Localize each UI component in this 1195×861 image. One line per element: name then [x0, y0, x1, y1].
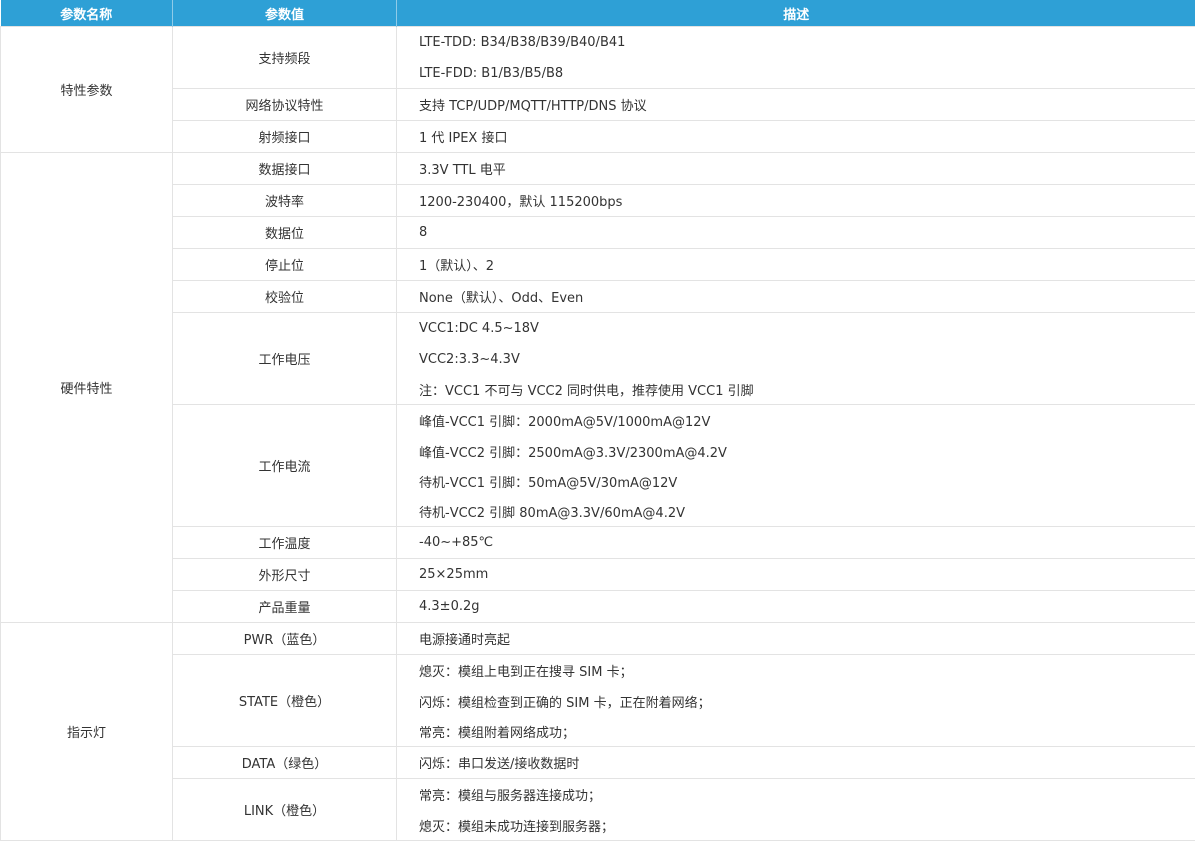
description-line: 峰值-VCC1 引脚：2000mA@5V/1000mA@12V	[419, 415, 711, 430]
param-name: 数据位	[172, 216, 397, 249]
table-row: 产品重量 4.3±0.2g	[1, 590, 1195, 623]
param-name: 工作电流	[172, 404, 397, 527]
description-line: 4.3±0.2g	[419, 599, 480, 614]
description-line: -40~+85℃	[419, 535, 494, 550]
table-row: 停止位 1（默认）、2	[1, 248, 1195, 281]
description-line: 8	[419, 225, 428, 240]
table-row: 工作温度 -40~+85℃	[1, 526, 1195, 559]
param-description: 1（默认）、2	[396, 248, 1195, 281]
param-name: 射频接口	[172, 120, 397, 153]
table-row: 校验位 None（默认）、Odd、Even	[1, 280, 1195, 313]
param-description: LTE-TDD: B34/B38/B39/B40/B41 LTE-FDD: B1/…	[396, 26, 1195, 89]
description-line: 待机-VCC2 引脚 80mA@3.3V/60mA@4.2V	[419, 505, 685, 521]
table-row: 网络协议特性 支持 TCP/UDP/MQTT/HTTP/DNS 协议	[1, 88, 1195, 121]
table-row: 特性参数 支持频段 LTE-TDD: B34/B38/B39/B40/B41 LTE-…	[0, 26, 1195, 153]
table-row: 硬件特性 数据接口 3.3V TTL 电平	[0, 152, 1195, 623]
param-description: 峰值-VCC1 引脚：2000mA@5V/1000mA@12V 峰值-VCC2 引…	[396, 404, 1195, 527]
group-hardware-name: 硬件特性	[0, 152, 173, 623]
description-line: 注：VCC1 不可与 VCC2 同时供电，推荐使用 VCC1 引脚	[419, 383, 754, 399]
description-line: LTE-TDD: B34/B38/B39/B40/B41	[419, 35, 626, 50]
param-description: 4.3±0.2g	[396, 590, 1195, 623]
description-line: 常亮：模组附着网络成功；	[419, 725, 576, 741]
description-line: VCC2:3.3~4.3V	[419, 351, 520, 367]
param-description: 25×25mm	[396, 558, 1195, 591]
description-line: 熄灭：模组上电到正在搜寻 SIM 卡；	[419, 665, 633, 680]
description-line: 熄灭：模组未成功连接到服务器；	[419, 819, 615, 835]
table-row: 外形尺寸 25×25mm	[1, 558, 1195, 591]
table-row: LINK（橙色） 常亮：模组与服务器连接成功； 熄灭：模组未成功连接到服务器；	[1, 778, 1195, 841]
table-row: 数据位 8	[1, 216, 1195, 249]
param-name: 产品重量	[172, 590, 397, 623]
param-name: 数据接口	[172, 152, 397, 185]
description-line: 1200-230400，默认 115200bps	[419, 195, 623, 210]
param-description: 8	[396, 216, 1195, 249]
description-line: 闪烁：串口发送/接收数据时	[419, 757, 580, 772]
description-line: 3.3V TTL 电平	[419, 163, 506, 178]
param-name: PWR（蓝色）	[172, 622, 397, 655]
table-row: 射频接口 1 代 IPEX 接口	[1, 120, 1195, 153]
description-line: 支持 TCP/UDP/MQTT/HTTP/DNS 协议	[419, 99, 647, 114]
param-name: 网络协议特性	[172, 88, 397, 121]
param-description: -40~+85℃	[396, 526, 1195, 559]
description-line: None（默认）、Odd、Even	[419, 291, 584, 306]
table-row: 工作电流 峰值-VCC1 引脚：2000mA@5V/1000mA@12V 峰值-VC…	[1, 404, 1195, 527]
header-param-name: 参数名称	[0, 0, 173, 27]
description-line: 常亮：模组与服务器连接成功；	[419, 789, 602, 804]
param-description: 常亮：模组与服务器连接成功； 熄灭：模组未成功连接到服务器；	[396, 778, 1195, 841]
param-description: VCC1:DC 4.5~18V VCC2:3.3~4.3V 注：VCC1 不可与 V…	[396, 312, 1195, 405]
param-name: 外形尺寸	[172, 558, 397, 591]
table-row: 波特率 1200-230400，默认 115200bps	[1, 184, 1195, 217]
param-name: 波特率	[172, 184, 397, 217]
param-name: 校验位	[172, 280, 397, 313]
description-line: 电源接通时亮起	[419, 633, 511, 648]
spec-table: 参数名称 参数值 描述 特性参数 支持频段 LTE-TDD: B34/B38/B39…	[0, 0, 1195, 841]
param-description: 熄灭：模组上电到正在搜寻 SIM 卡； 闪烁：模组检查到正确的 SIM 卡，正在附…	[396, 654, 1195, 747]
description-line: 25×25mm	[419, 567, 489, 582]
table-header: 参数名称 参数值 描述	[0, 0, 1195, 27]
table-body: 特性参数 支持频段 LTE-TDD: B34/B38/B39/B40/B41 LTE-…	[0, 26, 1195, 841]
param-name: 停止位	[172, 248, 397, 281]
description-line: 1（默认）、2	[419, 259, 495, 274]
param-name: 工作温度	[172, 526, 397, 559]
param-description: 支持 TCP/UDP/MQTT/HTTP/DNS 协议	[396, 88, 1195, 121]
param-description: 电源接通时亮起	[396, 622, 1195, 655]
table-row: 指示灯 PWR（蓝色） 电源接通时亮起	[0, 622, 1195, 841]
header-param-value: 参数值	[172, 0, 397, 27]
param-name: 支持频段	[172, 26, 397, 89]
table-row: DATA（绿色） 闪烁：串口发送/接收数据时	[1, 746, 1195, 779]
description-line: LTE-FDD: B1/B3/B5/B8	[419, 65, 564, 81]
table-row: 工作电压 VCC1:DC 4.5~18V VCC2:3.3~4.3V 注：VCC1 不…	[1, 312, 1195, 405]
param-name: DATA（绿色）	[172, 746, 397, 779]
param-description: 1 代 IPEX 接口	[396, 120, 1195, 153]
param-description: None（默认）、Odd、Even	[396, 280, 1195, 313]
param-description: 闪烁：串口发送/接收数据时	[396, 746, 1195, 779]
param-name: 工作电压	[172, 312, 397, 405]
description-line: 待机-VCC1 引脚：50mA@5V/30mA@12V	[419, 475, 678, 491]
description-line: 1 代 IPEX 接口	[419, 131, 508, 146]
description-line: VCC1:DC 4.5~18V	[419, 321, 539, 336]
description-line: 峰值-VCC2 引脚：2500mA@3.3V/2300mA@4.2V	[419, 445, 727, 461]
header-description: 描述	[396, 0, 1195, 27]
param-name: STATE（橙色）	[172, 654, 397, 747]
table-row: STATE（橙色） 熄灭：模组上电到正在搜寻 SIM 卡； 闪烁：模组检查到正确的 …	[1, 654, 1195, 747]
description-line: 闪烁：模组检查到正确的 SIM 卡，正在附着网络；	[419, 695, 711, 711]
param-name: LINK（橙色）	[172, 778, 397, 841]
param-description: 1200-230400，默认 115200bps	[396, 184, 1195, 217]
param-description: 3.3V TTL 电平	[396, 152, 1195, 185]
group-indicator-name: 指示灯	[0, 622, 173, 841]
group-feature-name: 特性参数	[0, 26, 173, 153]
